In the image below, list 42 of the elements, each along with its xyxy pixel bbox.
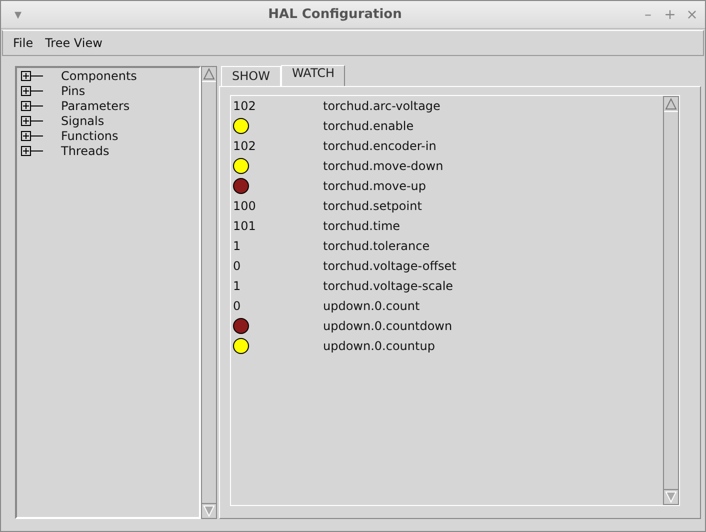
pin-name: torchud.setpoint bbox=[323, 199, 422, 213]
pin-value: 1 bbox=[233, 239, 241, 253]
expander-icon[interactable] bbox=[21, 116, 43, 127]
pin-value: 101 bbox=[233, 219, 256, 233]
pin-name: torchud.move-down bbox=[323, 159, 444, 173]
expander-icon[interactable] bbox=[21, 131, 43, 142]
pin-name: torchud.move-up bbox=[323, 179, 426, 193]
scrollbar[interactable] bbox=[663, 96, 679, 505]
pin-name: torchud.enable bbox=[323, 119, 414, 133]
tree-item[interactable]: Pins bbox=[61, 84, 86, 99]
tree-item[interactable]: Threads bbox=[61, 144, 110, 159]
tab[interactable]: SHOW bbox=[221, 66, 281, 86]
expander-icon[interactable] bbox=[21, 101, 43, 112]
tree-item[interactable]: Functions bbox=[61, 129, 118, 144]
scrollbar[interactable] bbox=[201, 66, 217, 519]
pin-name: torchud.arc-voltage bbox=[323, 99, 440, 113]
expander-icon[interactable] bbox=[21, 86, 43, 97]
pin-value: 102 bbox=[233, 99, 256, 113]
pin-value: 1 bbox=[233, 279, 241, 293]
pin-name: torchud.voltage-scale bbox=[323, 279, 454, 293]
scroll-up-icon[interactable] bbox=[665, 97, 677, 111]
pin-value: 100 bbox=[233, 199, 256, 213]
pin-name: torchud.encoder-in bbox=[323, 139, 436, 153]
scroll-up-icon[interactable] bbox=[203, 67, 215, 81]
pin-value: 0 bbox=[233, 299, 241, 313]
pin-name: torchud.tolerance bbox=[323, 239, 430, 253]
pin-name: updown.0.countup bbox=[323, 339, 435, 353]
tree-item[interactable]: Components bbox=[61, 69, 137, 84]
pin-value: 0 bbox=[233, 259, 241, 273]
window-title: HAL Configuration bbox=[267, 7, 403, 22]
pin-name: torchud.voltage-offset bbox=[323, 259, 456, 273]
expander-icon[interactable] bbox=[21, 71, 43, 82]
pin-name: torchud.time bbox=[323, 219, 400, 233]
menu-item[interactable]: File bbox=[13, 36, 34, 50]
expander-icon[interactable] bbox=[21, 146, 43, 157]
menu-item[interactable]: Tree View bbox=[45, 36, 102, 50]
tree-item[interactable]: Signals bbox=[61, 114, 104, 129]
pin-name: updown.0.countdown bbox=[323, 319, 452, 333]
tree-item[interactable]: Parameters bbox=[61, 99, 130, 114]
pin-name: updown.0.count bbox=[323, 299, 420, 313]
tab[interactable]: WATCH bbox=[280, 65, 346, 86]
pin-value: 102 bbox=[233, 139, 256, 153]
